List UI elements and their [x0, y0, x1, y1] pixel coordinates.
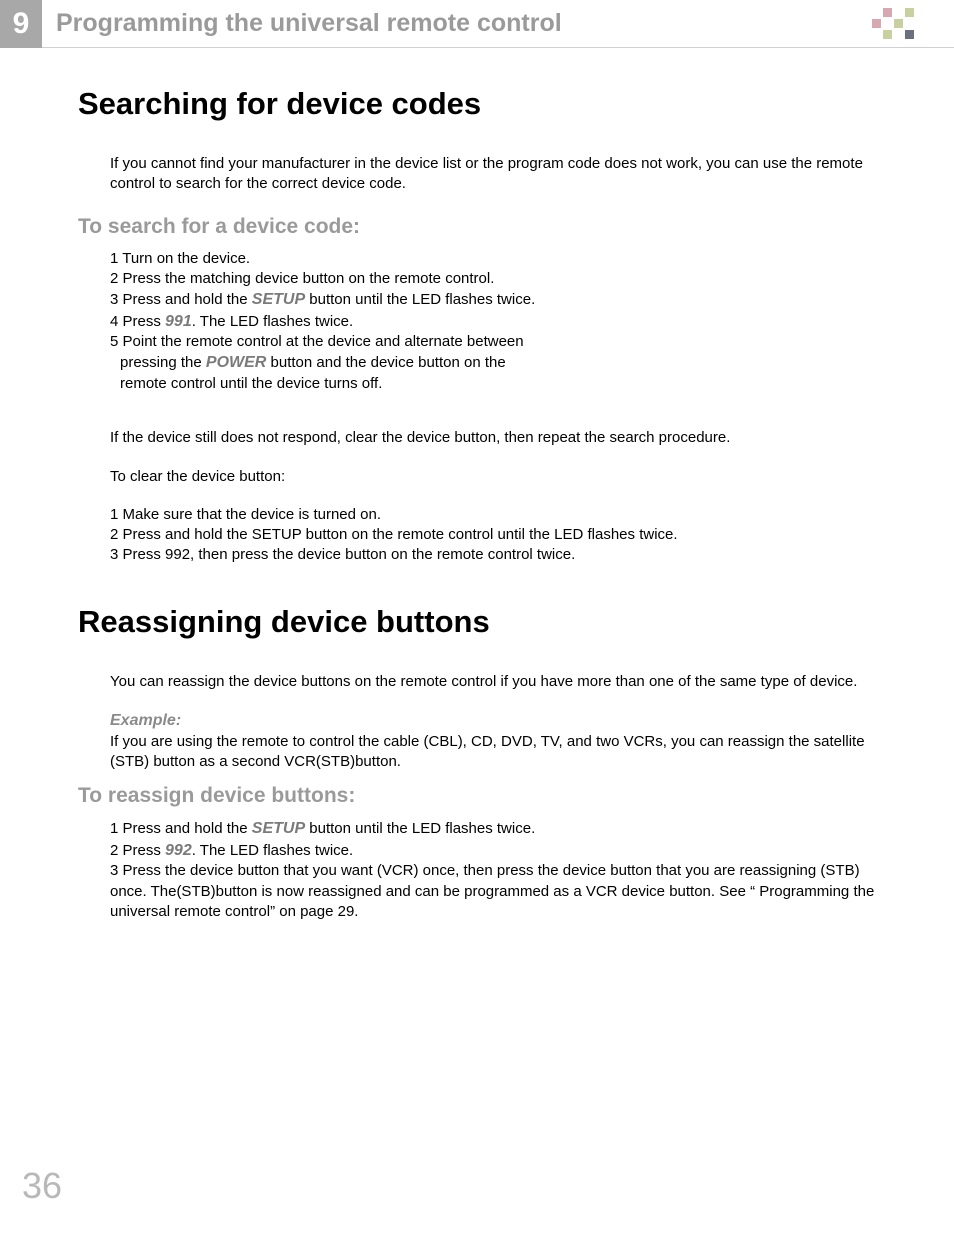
step-1: 1 Turn on the device. — [110, 249, 876, 269]
reassign-step-1: 1 Press and hold the SETUP button until … — [110, 818, 876, 840]
reassign-step-3: 3 Press the device button that you want … — [110, 861, 876, 922]
step-continuation: pressing the POWER button and the device… — [120, 352, 876, 374]
subheading-search: To search for a device code: — [78, 215, 876, 239]
step-text: . The LED flashes twice. — [192, 313, 353, 330]
code-991-keyword: 991 — [165, 313, 192, 330]
example-text: If you are using the remote to control t… — [110, 732, 876, 773]
chapter-number: 9 — [0, 0, 42, 48]
clear-steps: 1 Make sure that the device is turned on… — [110, 505, 876, 566]
step-text: button until the LED flashes twice. — [305, 820, 535, 837]
section-heading-reassigning: Reassigning device buttons — [78, 604, 876, 640]
step-text: button and the device button on the — [266, 354, 505, 371]
reassign-step-2: 2 Press 992. The LED flashes twice. — [110, 840, 876, 862]
page-content: Searching for device codes If you cannot… — [0, 86, 954, 922]
paragraph-still-not-respond: If the device still does not respond, cl… — [110, 428, 876, 448]
chapter-title: Programming the universal remote control — [56, 9, 872, 38]
step-text: 3 Press and hold the — [110, 291, 252, 308]
setup-keyword: SETUP — [252, 820, 305, 837]
step-5: 5 Point the remote control at the device… — [110, 332, 876, 394]
chapter-header: 9 Programming the universal remote contr… — [0, 0, 954, 48]
step-3: 3 Press and hold the SETUP button until … — [110, 289, 876, 311]
search-steps: 1 Turn on the device. 2 Press the matchi… — [110, 249, 876, 395]
code-992-keyword: 992 — [165, 842, 192, 859]
section-heading-searching: Searching for device codes — [78, 86, 876, 122]
step-4: 4 Press 991. The LED flashes twice. — [110, 311, 876, 333]
reassign-steps: 1 Press and hold the SETUP button until … — [110, 818, 876, 922]
step-2: 2 Press the matching device button on th… — [110, 269, 876, 289]
setup-keyword: SETUP — [252, 291, 305, 308]
reassign-intro: You can reassign the device buttons on t… — [110, 672, 876, 692]
step-text: button until the LED flashes twice. — [305, 291, 535, 308]
step-text: pressing the — [120, 354, 206, 371]
example-label: Example: — [110, 712, 876, 730]
paragraph-clear-button: To clear the device button: — [110, 467, 876, 487]
step-text: 5 Point the remote control at the device… — [110, 332, 876, 352]
page-number: 36 — [22, 1165, 62, 1207]
clear-step-3: 3 Press 992, then press the device butto… — [110, 545, 876, 565]
clear-step-1: 1 Make sure that the device is turned on… — [110, 505, 876, 525]
step-text: 4 Press — [110, 313, 165, 330]
subheading-reassign: To reassign device buttons: — [78, 784, 876, 808]
intro-paragraph: If you cannot find your manufacturer in … — [110, 154, 876, 195]
power-keyword: POWER — [206, 354, 266, 371]
step-text: 2 Press — [110, 842, 165, 859]
step-text: 1 Press and hold the — [110, 820, 252, 837]
step-text: . The LED flashes twice. — [192, 842, 353, 859]
clear-step-2: 2 Press and hold the SETUP button on the… — [110, 525, 876, 545]
decorative-squares-icon — [872, 8, 914, 39]
step-continuation: remote control until the device turns of… — [120, 374, 876, 394]
